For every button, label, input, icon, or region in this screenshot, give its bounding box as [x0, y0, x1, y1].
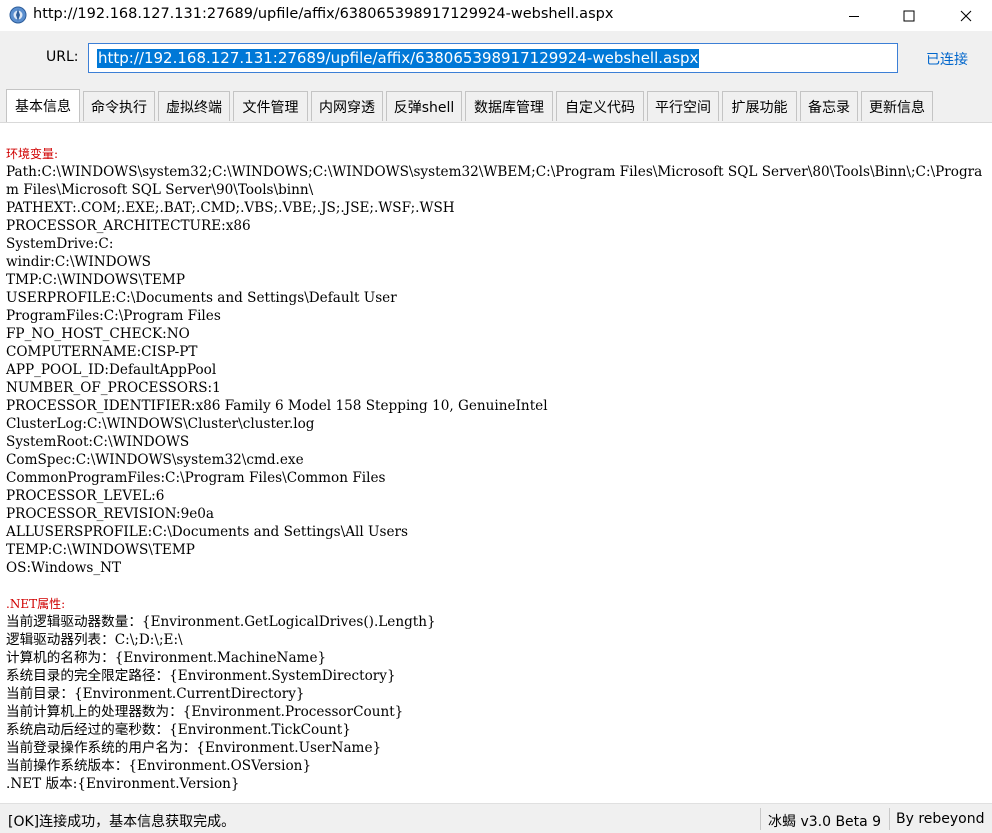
- env-line: ALLUSERSPROFILE:C:\Documents and Setting…: [6, 524, 408, 540]
- tab-reverse-shell[interactable]: 反弹shell: [386, 91, 462, 121]
- env-section-title: 环境变量:: [6, 147, 59, 161]
- env-line: PROCESSOR_ARCHITECTURE:x86: [6, 218, 251, 234]
- tab-extensions[interactable]: 扩展功能: [722, 91, 797, 121]
- close-button[interactable]: [938, 0, 992, 31]
- net-line: .NET 版本:{Environment.Version}: [6, 776, 240, 792]
- net-section-title: .NET属性:: [6, 597, 66, 611]
- env-line: Path:C:\WINDOWS\system32;C:\WINDOWS;C:\W…: [6, 164, 983, 198]
- url-bar: URL: http://192.168.127.131:27689/upfile…: [0, 31, 992, 85]
- url-value: http://192.168.127.131:27689/upfile/affi…: [97, 49, 700, 68]
- env-line: COMPUTERNAME:CISP-PT: [6, 344, 198, 360]
- env-line: ProgramFiles:C:\Program Files: [6, 308, 221, 324]
- tab-basic-info[interactable]: 基本信息: [6, 89, 80, 122]
- connection-status[interactable]: 已连接: [926, 49, 968, 69]
- env-line: OS:Windows_NT: [6, 560, 122, 576]
- net-line: 当前登录操作系统的用户名为：{Environment.UserName}: [6, 740, 382, 756]
- tab-intranet-tunnel[interactable]: 内网穿透: [311, 91, 383, 121]
- env-line: TMP:C:\WINDOWS\TEMP: [6, 272, 185, 288]
- tab-memo[interactable]: 备忘录: [800, 91, 858, 121]
- env-line: windir:C:\WINDOWS: [6, 254, 151, 270]
- env-line: SystemDrive:C:: [6, 236, 114, 252]
- env-line: NUMBER_OF_PROCESSORS:1: [6, 380, 221, 396]
- url-input[interactable]: http://192.168.127.131:27689/upfile/affi…: [88, 43, 898, 73]
- status-message: [OK]连接成功，基本信息获取完成。: [8, 814, 236, 830]
- net-line: 计算机的名称为：{Environment.MachineName}: [6, 650, 327, 666]
- net-line: 当前目录：{Environment.CurrentDirectory}: [6, 686, 305, 702]
- tab-database-manager[interactable]: 数据库管理: [465, 91, 553, 121]
- tab-command-exec[interactable]: 命令执行: [83, 91, 155, 121]
- env-line: SystemRoot:C:\WINDOWS: [6, 434, 190, 450]
- version-label: 冰蝎 v3.0 Beta 9: [768, 814, 882, 830]
- tab-virtual-terminal[interactable]: 虚拟终端: [158, 91, 230, 121]
- url-label: URL:: [46, 49, 79, 65]
- net-line: 系统目录的完全限定路径：{Environment.SystemDirectory…: [6, 668, 396, 684]
- net-line: 当前逻辑驱动器数量：{Environment.GetLogicalDrives(…: [6, 614, 436, 630]
- env-line: USERPROFILE:C:\Documents and Settings\De…: [6, 290, 397, 306]
- tab-file-manager[interactable]: 文件管理: [233, 91, 308, 121]
- tab-parallel-space[interactable]: 平行空间: [647, 91, 719, 121]
- net-line: 当前操作系统版本：{Environment.OSVersion}: [6, 758, 312, 774]
- minimize-icon: [849, 15, 859, 17]
- tab-bar: 基本信息 命令执行 虚拟终端 文件管理 内网穿透 反弹shell 数据库管理 自…: [0, 85, 992, 123]
- status-divider: [760, 808, 761, 830]
- net-line: 当前计算机上的处理器数为：{Environment.ProcessorCount…: [6, 704, 404, 720]
- close-icon: [960, 10, 972, 21]
- tab-custom-code[interactable]: 自定义代码: [556, 91, 644, 121]
- env-line: FP_NO_HOST_CHECK:NO: [6, 326, 190, 342]
- env-line: PROCESSOR_LEVEL:6: [6, 488, 165, 504]
- env-line: APP_POOL_ID:DefaultAppPool: [6, 362, 217, 378]
- tab-update-info[interactable]: 更新信息: [861, 91, 933, 121]
- basic-info-panel: 环境变量: Path:C:\WINDOWS\system32;C:\WINDOW…: [0, 123, 992, 803]
- minimize-button[interactable]: [826, 0, 882, 31]
- env-line: TEMP:C:\WINDOWS\TEMP: [6, 542, 195, 558]
- net-line: 系统启动后经过的毫秒数：{Environment.TickCount}: [6, 722, 351, 738]
- env-line: PATHEXT:.COM;.EXE;.BAT;.CMD;.VBS;.VBE;.J…: [6, 200, 455, 216]
- env-line: PROCESSOR_REVISION:9e0a: [6, 506, 215, 522]
- env-line: ClusterLog:C:\WINDOWS\Cluster\cluster.lo…: [6, 416, 315, 432]
- env-line: CommonProgramFiles:C:\Program Files\Comm…: [6, 470, 386, 486]
- env-line: ComSpec:C:\WINDOWS\system32\cmd.exe: [6, 452, 304, 468]
- app-logo-icon: [9, 6, 27, 24]
- maximize-icon: [903, 10, 915, 21]
- net-line: 逻辑驱动器列表：C:\;D:\;E:\: [6, 632, 183, 648]
- title-bar: http://192.168.127.131:27689/upfile/affi…: [0, 0, 992, 31]
- author-label: By rebeyond: [896, 811, 985, 827]
- status-bar: [OK]连接成功，基本信息获取完成。 冰蝎 v3.0 Beta 9 By reb…: [0, 803, 992, 833]
- status-divider: [889, 808, 890, 830]
- window-title: http://192.168.127.131:27689/upfile/affi…: [33, 6, 614, 22]
- maximize-button[interactable]: [881, 0, 937, 31]
- env-line: PROCESSOR_IDENTIFIER:x86 Family 6 Model …: [6, 398, 548, 414]
